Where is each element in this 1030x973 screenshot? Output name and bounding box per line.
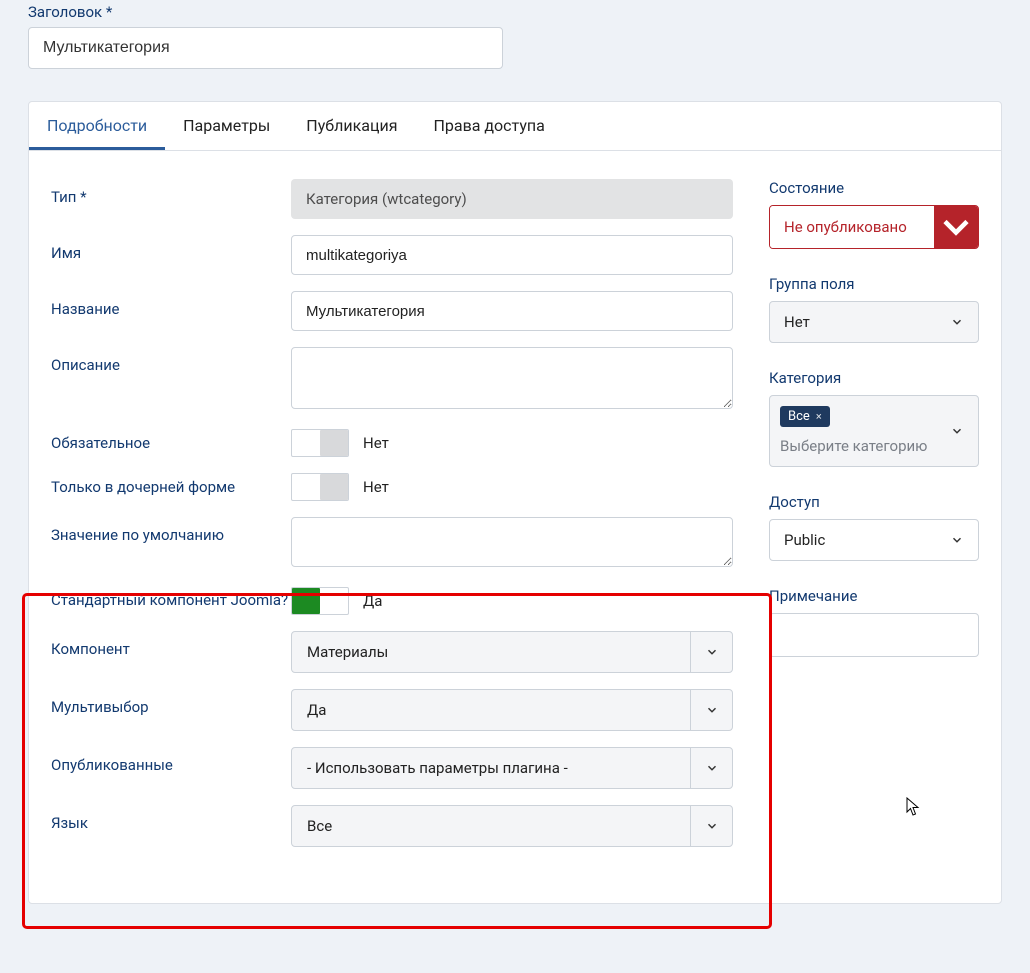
name-label: Имя [51, 235, 291, 262]
group-label: Группа поля [769, 275, 979, 293]
access-label: Доступ [769, 493, 979, 511]
tab-permissions[interactable]: Права доступа [415, 102, 562, 150]
required-toggle[interactable] [291, 429, 349, 457]
chevron-down-icon [936, 302, 978, 342]
published-label: Опубликованные [51, 747, 291, 774]
default-textarea[interactable] [291, 517, 733, 567]
language-label: Язык [51, 805, 291, 832]
multiselect-select[interactable]: Да [291, 689, 733, 731]
subform-only-label: Только в дочерней форме [51, 478, 291, 496]
label-label: Название [51, 291, 291, 318]
language-select-text: Все [307, 817, 690, 835]
type-static: Категория (wtcategory) [291, 179, 733, 219]
required-label: Обязательное [51, 434, 291, 452]
category-label: Категория [769, 369, 979, 387]
component-select[interactable]: Материалы [291, 631, 733, 673]
form-main-column: Тип * Категория (wtcategory) Имя Названи… [51, 179, 733, 863]
component-label: Компонент [51, 631, 291, 658]
multiselect-label: Мультивыбор [51, 689, 291, 716]
tab-body-details: Тип * Категория (wtcategory) Имя Названи… [29, 151, 1001, 903]
state-dropdown[interactable]: Не опубликовано [769, 205, 979, 249]
title-input[interactable] [28, 27, 503, 69]
chevron-down-icon [690, 632, 732, 672]
description-label: Описание [51, 347, 291, 374]
close-icon[interactable]: × [816, 410, 822, 423]
description-textarea[interactable] [291, 347, 733, 409]
access-select[interactable]: Public [769, 519, 979, 561]
cursor-icon [906, 797, 920, 817]
group-select[interactable]: Нет [769, 301, 979, 343]
subform-only-toggle[interactable] [291, 473, 349, 501]
label-input[interactable] [291, 291, 733, 331]
chevron-down-icon [690, 748, 732, 788]
component-select-text: Материалы [307, 643, 690, 661]
multiselect-select-text: Да [307, 701, 690, 719]
group-select-text: Нет [784, 313, 936, 331]
chevron-down-icon [936, 396, 978, 466]
note-input[interactable] [769, 613, 979, 657]
type-label: Тип * [51, 179, 291, 206]
state-label: Состояние [769, 179, 979, 197]
subform-only-toggle-text: Нет [363, 478, 389, 496]
published-select[interactable]: - Использовать параметры плагина - [291, 747, 733, 789]
published-select-text: - Использовать параметры плагина - [307, 759, 690, 777]
note-label: Примечание [769, 587, 979, 605]
required-toggle-text: Нет [363, 434, 389, 452]
name-input[interactable] [291, 235, 733, 275]
tab-details[interactable]: Подробности [29, 102, 165, 150]
std-component-toggle-text: Да [363, 592, 382, 610]
category-placeholder: Выберите категорию [780, 437, 934, 455]
tab-params[interactable]: Параметры [165, 102, 288, 150]
category-multiselect[interactable]: Все × Выберите категорию [769, 395, 979, 467]
chevron-down-icon [936, 520, 978, 560]
chevron-down-icon [690, 806, 732, 846]
chevron-down-icon [690, 690, 732, 730]
access-select-text: Public [784, 531, 936, 549]
category-chip[interactable]: Все × [780, 406, 830, 427]
std-component-toggle[interactable] [291, 587, 349, 615]
tab-publication[interactable]: Публикация [288, 102, 415, 150]
tabs-bar: Подробности Параметры Публикация Права д… [29, 102, 1001, 151]
default-label: Значение по умолчанию [51, 517, 291, 544]
state-dropdown-text: Не опубликовано [770, 206, 934, 248]
std-component-label: Стандартный компонент Joomla? [51, 587, 291, 609]
chevron-down-icon [934, 206, 978, 248]
language-select[interactable]: Все [291, 805, 733, 847]
category-chip-text: Все [788, 409, 810, 424]
form-side-column: Состояние Не опубликовано Группа поля Не… [769, 179, 979, 863]
title-field-label: Заголовок * [28, 0, 1002, 21]
tabs-panel: Подробности Параметры Публикация Права д… [28, 101, 1002, 904]
